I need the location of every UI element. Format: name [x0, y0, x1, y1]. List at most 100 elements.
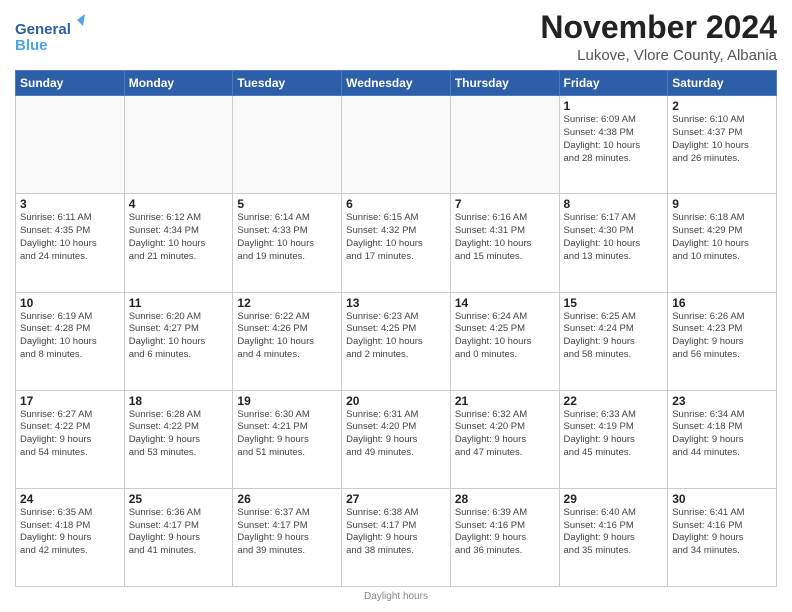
calendar-cell: 11Sunrise: 6:20 AM Sunset: 4:27 PM Dayli… — [124, 292, 233, 390]
day-number: 26 — [237, 492, 337, 506]
calendar-cell: 21Sunrise: 6:32 AM Sunset: 4:20 PM Dayli… — [450, 390, 559, 488]
main-title: November 2024 — [540, 10, 777, 45]
calendar-cell: 19Sunrise: 6:30 AM Sunset: 4:21 PM Dayli… — [233, 390, 342, 488]
calendar-cell — [16, 96, 125, 194]
page: General Blue November 2024 Lukove, Vlore… — [0, 0, 792, 612]
calendar-cell: 16Sunrise: 6:26 AM Sunset: 4:23 PM Dayli… — [668, 292, 777, 390]
day-number: 4 — [129, 197, 229, 211]
calendar-cell — [342, 96, 451, 194]
col-header-monday: Monday — [124, 71, 233, 96]
day-number: 9 — [672, 197, 772, 211]
day-info: Sunrise: 6:33 AM Sunset: 4:19 PM Dayligh… — [564, 409, 664, 460]
logo: General Blue — [15, 14, 85, 58]
day-number: 10 — [20, 296, 120, 310]
day-info: Sunrise: 6:14 AM Sunset: 4:33 PM Dayligh… — [237, 212, 337, 263]
calendar-table: SundayMondayTuesdayWednesdayThursdayFrid… — [15, 70, 777, 587]
day-info: Sunrise: 6:40 AM Sunset: 4:16 PM Dayligh… — [564, 507, 664, 558]
header: General Blue November 2024 Lukove, Vlore… — [15, 10, 777, 64]
calendar-week-2: 10Sunrise: 6:19 AM Sunset: 4:28 PM Dayli… — [16, 292, 777, 390]
subtitle: Lukove, Vlore County, Albania — [540, 47, 777, 64]
day-number: 18 — [129, 394, 229, 408]
day-info: Sunrise: 6:15 AM Sunset: 4:32 PM Dayligh… — [346, 212, 446, 263]
day-info: Sunrise: 6:24 AM Sunset: 4:25 PM Dayligh… — [455, 311, 555, 362]
day-number: 16 — [672, 296, 772, 310]
day-info: Sunrise: 6:18 AM Sunset: 4:29 PM Dayligh… — [672, 212, 772, 263]
day-info: Sunrise: 6:31 AM Sunset: 4:20 PM Dayligh… — [346, 409, 446, 460]
calendar-cell: 24Sunrise: 6:35 AM Sunset: 4:18 PM Dayli… — [16, 488, 125, 586]
day-number: 29 — [564, 492, 664, 506]
day-info: Sunrise: 6:36 AM Sunset: 4:17 PM Dayligh… — [129, 507, 229, 558]
calendar-cell: 9Sunrise: 6:18 AM Sunset: 4:29 PM Daylig… — [668, 194, 777, 292]
day-number: 1 — [564, 99, 664, 113]
svg-text:General: General — [15, 21, 71, 38]
calendar-week-4: 24Sunrise: 6:35 AM Sunset: 4:18 PM Dayli… — [16, 488, 777, 586]
calendar-cell: 15Sunrise: 6:25 AM Sunset: 4:24 PM Dayli… — [559, 292, 668, 390]
calendar-week-3: 17Sunrise: 6:27 AM Sunset: 4:22 PM Dayli… — [16, 390, 777, 488]
day-info: Sunrise: 6:41 AM Sunset: 4:16 PM Dayligh… — [672, 507, 772, 558]
logo-svg: General Blue — [15, 14, 85, 58]
day-number: 3 — [20, 197, 120, 211]
day-number: 17 — [20, 394, 120, 408]
day-number: 14 — [455, 296, 555, 310]
calendar-cell: 1Sunrise: 6:09 AM Sunset: 4:38 PM Daylig… — [559, 96, 668, 194]
calendar-cell: 7Sunrise: 6:16 AM Sunset: 4:31 PM Daylig… — [450, 194, 559, 292]
calendar-cell: 8Sunrise: 6:17 AM Sunset: 4:30 PM Daylig… — [559, 194, 668, 292]
calendar-cell: 10Sunrise: 6:19 AM Sunset: 4:28 PM Dayli… — [16, 292, 125, 390]
day-number: 11 — [129, 296, 229, 310]
calendar-cell: 2Sunrise: 6:10 AM Sunset: 4:37 PM Daylig… — [668, 96, 777, 194]
day-info: Sunrise: 6:28 AM Sunset: 4:22 PM Dayligh… — [129, 409, 229, 460]
day-info: Sunrise: 6:20 AM Sunset: 4:27 PM Dayligh… — [129, 311, 229, 362]
day-info: Sunrise: 6:16 AM Sunset: 4:31 PM Dayligh… — [455, 212, 555, 263]
day-info: Sunrise: 6:17 AM Sunset: 4:30 PM Dayligh… — [564, 212, 664, 263]
day-info: Sunrise: 6:30 AM Sunset: 4:21 PM Dayligh… — [237, 409, 337, 460]
calendar-cell: 27Sunrise: 6:38 AM Sunset: 4:17 PM Dayli… — [342, 488, 451, 586]
calendar-cell — [124, 96, 233, 194]
day-number: 8 — [564, 197, 664, 211]
calendar-week-0: 1Sunrise: 6:09 AM Sunset: 4:38 PM Daylig… — [16, 96, 777, 194]
calendar-cell: 6Sunrise: 6:15 AM Sunset: 4:32 PM Daylig… — [342, 194, 451, 292]
day-number: 12 — [237, 296, 337, 310]
day-number: 24 — [20, 492, 120, 506]
day-number: 6 — [346, 197, 446, 211]
calendar-cell: 22Sunrise: 6:33 AM Sunset: 4:19 PM Dayli… — [559, 390, 668, 488]
footer-note: Daylight hours — [15, 591, 777, 602]
day-info: Sunrise: 6:27 AM Sunset: 4:22 PM Dayligh… — [20, 409, 120, 460]
calendar-cell: 29Sunrise: 6:40 AM Sunset: 4:16 PM Dayli… — [559, 488, 668, 586]
day-number: 19 — [237, 394, 337, 408]
day-info: Sunrise: 6:32 AM Sunset: 4:20 PM Dayligh… — [455, 409, 555, 460]
svg-text:Blue: Blue — [15, 37, 48, 54]
day-number: 21 — [455, 394, 555, 408]
day-number: 28 — [455, 492, 555, 506]
day-number: 20 — [346, 394, 446, 408]
day-number: 13 — [346, 296, 446, 310]
calendar-cell: 3Sunrise: 6:11 AM Sunset: 4:35 PM Daylig… — [16, 194, 125, 292]
col-header-tuesday: Tuesday — [233, 71, 342, 96]
day-info: Sunrise: 6:26 AM Sunset: 4:23 PM Dayligh… — [672, 311, 772, 362]
calendar-cell: 23Sunrise: 6:34 AM Sunset: 4:18 PM Dayli… — [668, 390, 777, 488]
calendar-cell — [233, 96, 342, 194]
day-number: 22 — [564, 394, 664, 408]
day-info: Sunrise: 6:10 AM Sunset: 4:37 PM Dayligh… — [672, 114, 772, 165]
day-number: 25 — [129, 492, 229, 506]
col-header-friday: Friday — [559, 71, 668, 96]
calendar-cell: 20Sunrise: 6:31 AM Sunset: 4:20 PM Dayli… — [342, 390, 451, 488]
day-number: 27 — [346, 492, 446, 506]
day-info: Sunrise: 6:35 AM Sunset: 4:18 PM Dayligh… — [20, 507, 120, 558]
calendar-cell: 17Sunrise: 6:27 AM Sunset: 4:22 PM Dayli… — [16, 390, 125, 488]
col-header-wednesday: Wednesday — [342, 71, 451, 96]
calendar-cell: 26Sunrise: 6:37 AM Sunset: 4:17 PM Dayli… — [233, 488, 342, 586]
day-number: 23 — [672, 394, 772, 408]
day-number: 2 — [672, 99, 772, 113]
day-number: 15 — [564, 296, 664, 310]
calendar-cell: 4Sunrise: 6:12 AM Sunset: 4:34 PM Daylig… — [124, 194, 233, 292]
calendar-header-row: SundayMondayTuesdayWednesdayThursdayFrid… — [16, 71, 777, 96]
calendar-cell: 5Sunrise: 6:14 AM Sunset: 4:33 PM Daylig… — [233, 194, 342, 292]
title-block: November 2024 Lukove, Vlore County, Alba… — [540, 10, 777, 64]
calendar-cell — [450, 96, 559, 194]
day-info: Sunrise: 6:37 AM Sunset: 4:17 PM Dayligh… — [237, 507, 337, 558]
day-info: Sunrise: 6:25 AM Sunset: 4:24 PM Dayligh… — [564, 311, 664, 362]
col-header-sunday: Sunday — [16, 71, 125, 96]
day-info: Sunrise: 6:34 AM Sunset: 4:18 PM Dayligh… — [672, 409, 772, 460]
day-number: 30 — [672, 492, 772, 506]
day-info: Sunrise: 6:19 AM Sunset: 4:28 PM Dayligh… — [20, 311, 120, 362]
